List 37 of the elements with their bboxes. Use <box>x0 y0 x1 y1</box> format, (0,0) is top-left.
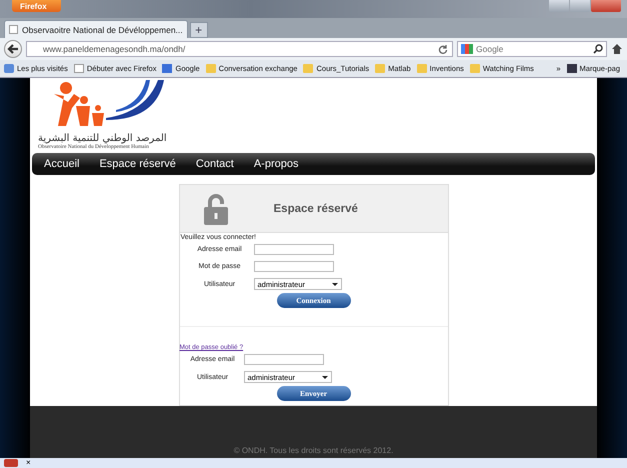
bookmarks-icon <box>566 64 577 73</box>
caret-icon <box>332 282 338 288</box>
input-field[interactable] <box>244 354 324 365</box>
page-icon <box>9 25 18 34</box>
home-icon[interactable] <box>611 43 623 55</box>
nav-link[interactable]: Espace réservé <box>99 158 176 170</box>
reload-icon[interactable] <box>438 44 448 54</box>
nav-link[interactable]: Accueil <box>44 158 80 170</box>
maximize-button[interactable] <box>570 0 590 12</box>
folder-icon <box>416 64 427 73</box>
folder-icon <box>375 64 386 73</box>
logo-arabic-text: المرصد الوطني للتنمية البشرية <box>38 133 167 144</box>
google-icon <box>461 44 473 54</box>
nav-link[interactable]: A-propos <box>254 158 298 170</box>
folder-icon <box>470 64 480 73</box>
close-button[interactable]: × <box>26 459 31 467</box>
nav-link[interactable]: Contact <box>196 158 234 170</box>
caret-icon <box>322 376 328 382</box>
padlock-icon <box>202 192 230 224</box>
back-arrow-icon <box>6 42 20 56</box>
folder-icon <box>206 64 216 73</box>
addon-icon[interactable] <box>4 459 18 467</box>
browser-tab[interactable]: Observaoitre National de Dévéloppemen... <box>4 20 188 38</box>
input-field[interactable] <box>254 244 334 255</box>
copyright-text: © ONDH. Tous les droits sont réservés 2012. <box>234 446 394 455</box>
back-button[interactable] <box>4 40 22 58</box>
new-tab-button[interactable]: + <box>190 22 208 38</box>
panel-title: Espace réservé <box>274 202 358 214</box>
minimize-button[interactable] <box>549 0 569 12</box>
folder-icon <box>303 64 314 73</box>
page-icon <box>74 64 84 73</box>
google-icon <box>162 64 172 73</box>
input-field[interactable] <box>254 261 334 272</box>
address-bar[interactable]: www.paneldemenagesondh.ma/ondh/ <box>26 41 453 57</box>
close-button[interactable] <box>591 0 621 12</box>
search-icon[interactable] <box>593 44 603 54</box>
search-bar[interactable]: Google <box>457 41 607 57</box>
